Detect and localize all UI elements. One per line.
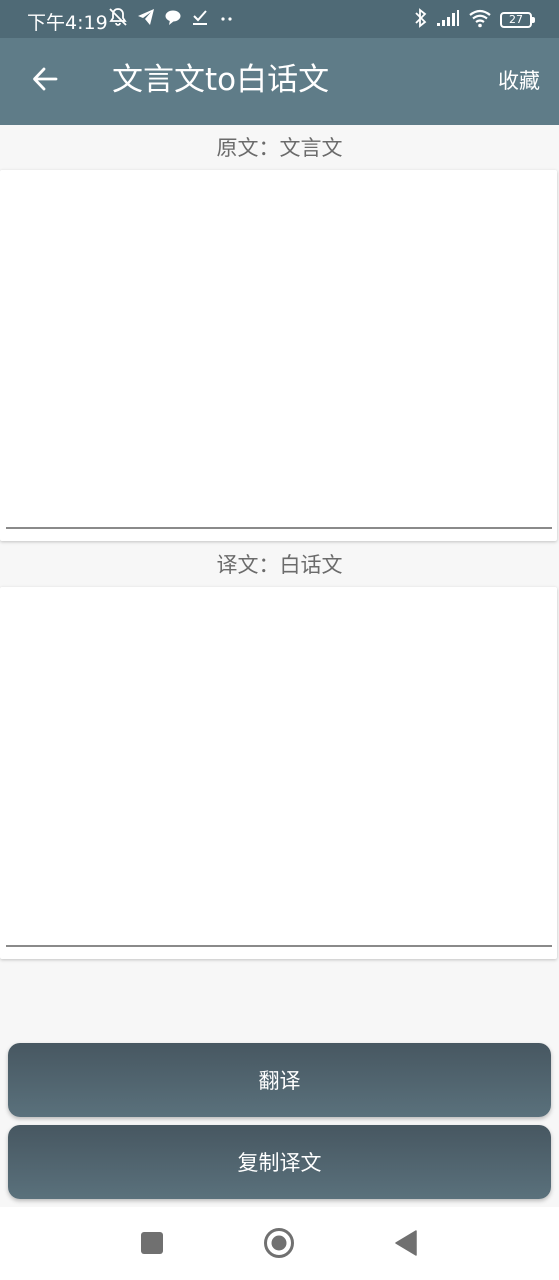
status-system-icons: 27 <box>414 7 535 33</box>
source-text-input[interactable] <box>0 170 557 525</box>
translate-button[interactable]: 翻译 <box>8 1043 551 1117</box>
source-label: 原文：文言文 <box>216 136 343 160</box>
home-button[interactable] <box>259 1225 299 1265</box>
wifi-icon <box>468 8 492 33</box>
recents-square-icon <box>140 1231 164 1259</box>
nav-back-button[interactable] <box>386 1225 426 1265</box>
signal-icon <box>436 9 460 32</box>
source-card <box>0 170 557 541</box>
status-bar: 下午4:19 27 <box>0 0 559 38</box>
home-circle-icon <box>263 1227 295 1263</box>
copy-translation-button[interactable]: 复制译文 <box>8 1125 551 1199</box>
screen: 下午4:19 27 文言文to白话文 收藏 原文：文言文 译文：白话文 翻译 复… <box>0 0 559 1280</box>
battery-level: 27 <box>509 13 523 26</box>
back-triangle-icon <box>394 1230 418 1260</box>
target-label: 译文：白话文 <box>216 553 343 577</box>
target-card <box>0 587 557 959</box>
recents-button[interactable] <box>132 1225 172 1265</box>
target-input-underline <box>6 945 552 947</box>
page-title: 文言文to白话文 <box>112 62 330 98</box>
download-done-icon <box>191 8 209 31</box>
telegram-icon <box>137 8 155 31</box>
system-nav-bar <box>0 1207 559 1280</box>
back-button[interactable] <box>22 58 68 104</box>
status-notification-icons <box>108 7 236 31</box>
arrow-left-icon <box>31 65 59 97</box>
status-time: 下午4:19 <box>27 12 108 34</box>
source-input-underline <box>6 527 552 529</box>
target-text-output[interactable] <box>0 587 557 943</box>
chat-bubble-icon <box>164 8 182 31</box>
app-bar: 文言文to白话文 收藏 <box>0 38 559 125</box>
favorite-button[interactable]: 收藏 <box>498 67 540 95</box>
more-dots-icon <box>218 8 236 31</box>
bluetooth-icon <box>414 7 428 33</box>
mute-bell-icon <box>108 7 128 32</box>
battery-icon: 27 <box>500 12 535 28</box>
